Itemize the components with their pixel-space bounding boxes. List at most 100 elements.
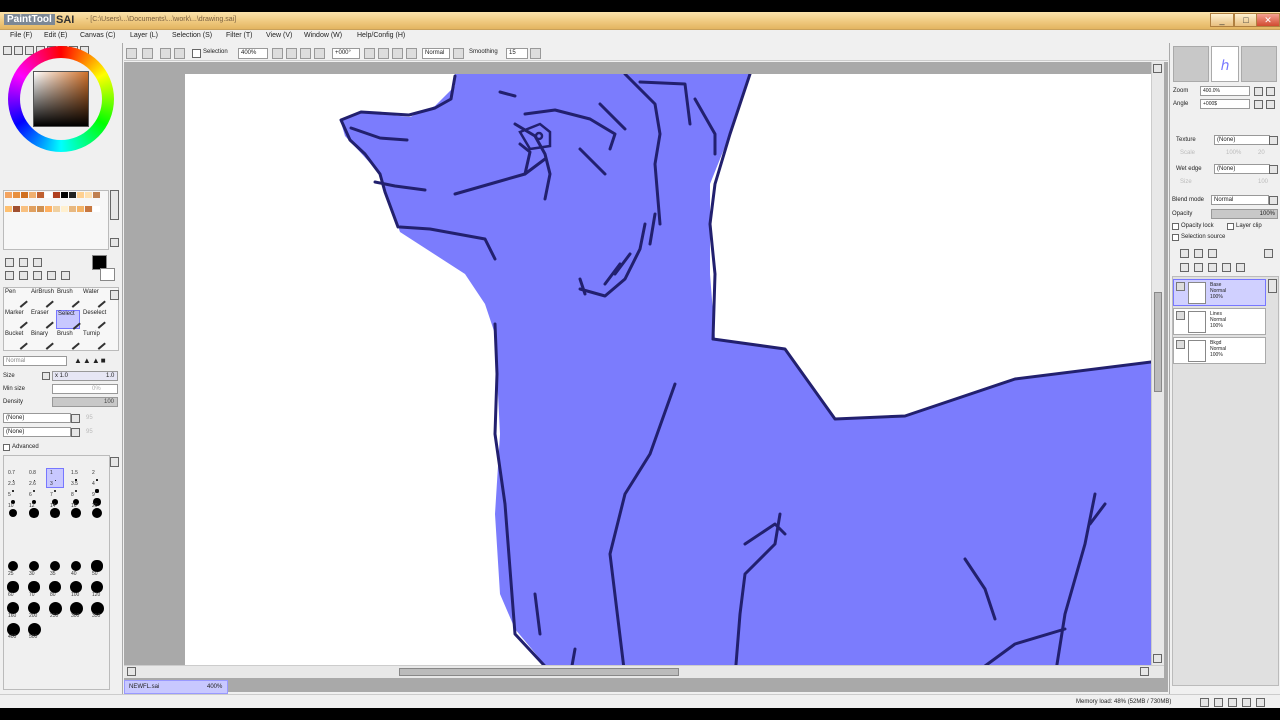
tool-bucket[interactable]: Bucket bbox=[4, 331, 28, 350]
vertical-scrollbar[interactable] bbox=[1151, 62, 1164, 677]
color-swatch[interactable] bbox=[53, 192, 60, 198]
color-wheel-mode-icon[interactable] bbox=[3, 46, 12, 55]
new-linework-layer-icon[interactable] bbox=[1194, 249, 1203, 258]
texture-dropdown-2-icon[interactable] bbox=[71, 428, 80, 437]
delete-layer-icon[interactable] bbox=[1236, 263, 1245, 272]
redo-icon[interactable] bbox=[142, 48, 153, 59]
merge-down-icon[interactable] bbox=[1194, 263, 1203, 272]
brush-size-dot[interactable] bbox=[7, 581, 19, 593]
undo-icon[interactable] bbox=[126, 48, 137, 59]
color-swatch[interactable] bbox=[29, 206, 36, 212]
drawing-canvas[interactable] bbox=[185, 74, 1151, 677]
stabilizer-icon[interactable] bbox=[453, 48, 464, 59]
min-size-slider[interactable] bbox=[52, 384, 118, 394]
layer-item-lines[interactable]: Lines Normal 100% bbox=[1173, 308, 1266, 335]
eyedropper-icon[interactable] bbox=[61, 271, 70, 280]
menu-edit[interactable]: Edit (E) bbox=[44, 32, 67, 39]
document-tab[interactable]: NEWFL.sai 400% bbox=[124, 680, 228, 694]
brush-size-dot[interactable] bbox=[96, 479, 98, 481]
color-swatch[interactable] bbox=[69, 206, 76, 212]
menu-file[interactable]: File (F) bbox=[10, 32, 32, 39]
flip-icon[interactable] bbox=[406, 48, 417, 59]
blend-field[interactable]: Normal bbox=[422, 48, 450, 59]
horizontal-scroll-thumb[interactable] bbox=[399, 668, 679, 676]
brush-size-dot[interactable] bbox=[12, 490, 14, 492]
move-icon[interactable] bbox=[5, 271, 14, 280]
zoom-tool-icon[interactable] bbox=[19, 271, 28, 280]
color-swatch[interactable] bbox=[21, 192, 28, 198]
nav-zoom-field[interactable]: 400.0% bbox=[1200, 86, 1250, 96]
tool-turnip[interactable]: Turnip bbox=[82, 331, 106, 350]
menu-selection[interactable]: Selection (S) bbox=[172, 32, 212, 39]
vertical-scroll-thumb[interactable] bbox=[1154, 292, 1162, 392]
layer-visibility-icon[interactable] bbox=[1176, 340, 1185, 349]
size-lock-icon[interactable] bbox=[42, 372, 50, 380]
size-palette-scroll-icon[interactable] bbox=[110, 457, 119, 467]
rotate-right-icon[interactable] bbox=[378, 48, 389, 59]
brush-size-dot[interactable] bbox=[92, 508, 102, 518]
opacity-lock-checkbox[interactable] bbox=[1172, 223, 1179, 230]
smoothing-dropdown-icon[interactable] bbox=[530, 48, 541, 59]
color-swatch[interactable] bbox=[45, 192, 52, 198]
menu-canvas[interactable]: Canvas (C) bbox=[80, 32, 115, 39]
magic-wand-icon[interactable] bbox=[33, 258, 42, 267]
color-swatch[interactable] bbox=[77, 206, 84, 212]
maximize-button[interactable]: □ bbox=[1234, 13, 1258, 27]
navigator-thumbnail[interactable]: ℎ bbox=[1211, 46, 1239, 82]
tool-eraser[interactable]: Eraser bbox=[30, 310, 54, 329]
layer-visibility-icon[interactable] bbox=[1176, 311, 1185, 320]
color-swatch[interactable] bbox=[45, 206, 52, 212]
tool-binary[interactable]: Binary bbox=[30, 331, 54, 350]
nav-rotate-left-icon[interactable] bbox=[1254, 100, 1263, 109]
hand-tool-icon[interactable] bbox=[47, 271, 56, 280]
copy-layer-icon[interactable] bbox=[1180, 263, 1189, 272]
color-swatch[interactable] bbox=[13, 192, 20, 198]
color-swatch[interactable] bbox=[53, 206, 60, 212]
brush-shape-icons[interactable]: ▲▲▲■ bbox=[74, 356, 120, 366]
new-folder-icon[interactable] bbox=[1208, 249, 1217, 258]
layer-panel-menu-icon[interactable] bbox=[1264, 249, 1273, 258]
clear-layer-icon[interactable] bbox=[1222, 263, 1231, 272]
color-swatch[interactable] bbox=[5, 192, 12, 198]
layer-mask-icon[interactable] bbox=[1208, 263, 1217, 272]
zoom-reset-icon[interactable] bbox=[300, 48, 311, 59]
tool-grid-scroll-icon[interactable] bbox=[110, 290, 119, 300]
zoom-fit-icon[interactable] bbox=[314, 48, 325, 59]
rect-select-icon[interactable] bbox=[5, 258, 14, 267]
rgb-slider-icon[interactable] bbox=[14, 46, 23, 55]
title-bar[interactable]: PaintTool SAI - [C:\Users\...\Documents\… bbox=[0, 12, 1280, 30]
tool-select[interactable]: Select bbox=[56, 310, 81, 330]
zoom-field[interactable]: 400% bbox=[238, 48, 268, 59]
wet-edge-select[interactable]: (None) bbox=[1214, 164, 1270, 174]
advanced-checkbox[interactable] bbox=[3, 444, 10, 451]
tool-water[interactable]: Water bbox=[82, 289, 106, 308]
tool-pen[interactable]: Pen bbox=[4, 289, 28, 308]
opacity-slider[interactable]: 100% bbox=[1211, 209, 1278, 219]
color-swatch[interactable] bbox=[69, 192, 76, 198]
brush-size-dot[interactable] bbox=[71, 508, 81, 518]
tool-brush[interactable]: Brush bbox=[56, 289, 80, 308]
texture-select-1[interactable]: (None) bbox=[3, 413, 71, 423]
minimize-button[interactable]: _ bbox=[1210, 13, 1234, 27]
color-swatch[interactable] bbox=[13, 206, 20, 212]
tool-airbrush[interactable]: AirBrush bbox=[30, 289, 54, 308]
nav-zoom-out-icon[interactable] bbox=[1254, 87, 1263, 96]
smoothing-field[interactable]: 15 bbox=[506, 48, 528, 59]
color-swatch[interactable] bbox=[93, 192, 100, 198]
color-swatch[interactable] bbox=[21, 206, 28, 212]
horizontal-scrollbar[interactable] bbox=[124, 665, 1164, 678]
nav-angle-field[interactable]: +000$ bbox=[1200, 99, 1250, 109]
texture-select-2[interactable]: (None) bbox=[3, 427, 71, 437]
selection-checkbox[interactable] bbox=[192, 49, 201, 58]
color-swatch[interactable] bbox=[85, 206, 92, 212]
brush-size-dot[interactable] bbox=[54, 479, 56, 481]
new-layer-icon[interactable] bbox=[1180, 249, 1189, 258]
scroll-right-icon[interactable] bbox=[1140, 667, 1149, 676]
saturation-value-square[interactable] bbox=[33, 71, 89, 127]
layer-list-scroll-icon[interactable] bbox=[1268, 279, 1277, 293]
blend-dropdown-icon[interactable] bbox=[1269, 196, 1278, 205]
blend-mode-select[interactable]: Normal bbox=[1211, 195, 1269, 205]
brush-size-dot[interactable] bbox=[50, 508, 60, 518]
menu-filter[interactable]: Filter (T) bbox=[226, 32, 252, 39]
layer-item-base[interactable]: Base Normal 100% bbox=[1173, 279, 1266, 306]
